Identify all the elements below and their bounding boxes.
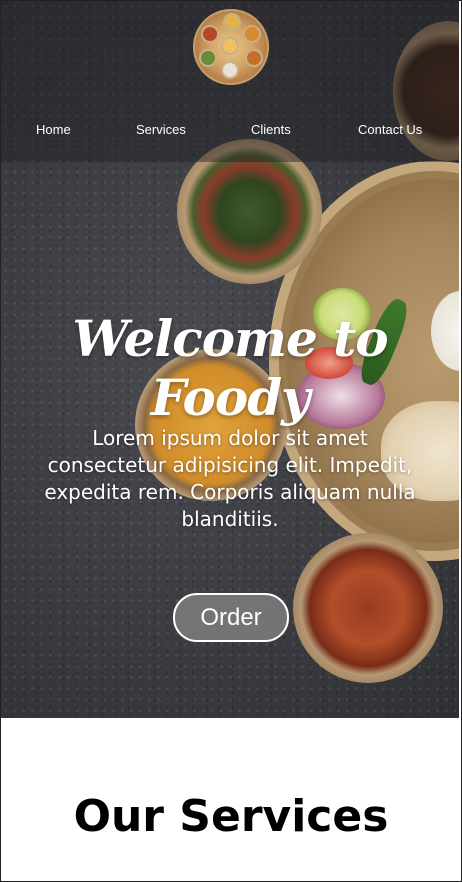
logo-bowl-icon — [201, 25, 219, 43]
services-heading: Our Services — [73, 791, 389, 842]
logo-bowl-icon — [243, 25, 261, 43]
nav-item-home[interactable]: Home — [36, 122, 71, 137]
logo-bowl-icon — [221, 37, 239, 55]
nav-item-clients[interactable]: Clients — [251, 122, 291, 137]
nav-item-contact-us[interactable]: Contact Us — [358, 122, 422, 137]
order-button[interactable]: Order — [173, 593, 289, 642]
page-frame: Home Services Clients Contact Us Welcome… — [0, 0, 462, 882]
hero-description: Lorem ipsum dolor sit amet consectetur a… — [44, 426, 416, 531]
hero-section: Home Services Clients Contact Us Welcome… — [1, 1, 459, 718]
logo-bowl-icon — [245, 49, 263, 67]
logo-bowl-icon — [221, 61, 239, 79]
curry-bowl-image — [293, 533, 443, 683]
logo-bowl-icon — [223, 13, 241, 31]
thali-plate-logo-icon[interactable] — [193, 9, 269, 85]
logo-bowl-icon — [199, 49, 217, 67]
hero-title: Welcome to Foody — [72, 309, 388, 427]
nav-item-services[interactable]: Services — [136, 122, 186, 137]
